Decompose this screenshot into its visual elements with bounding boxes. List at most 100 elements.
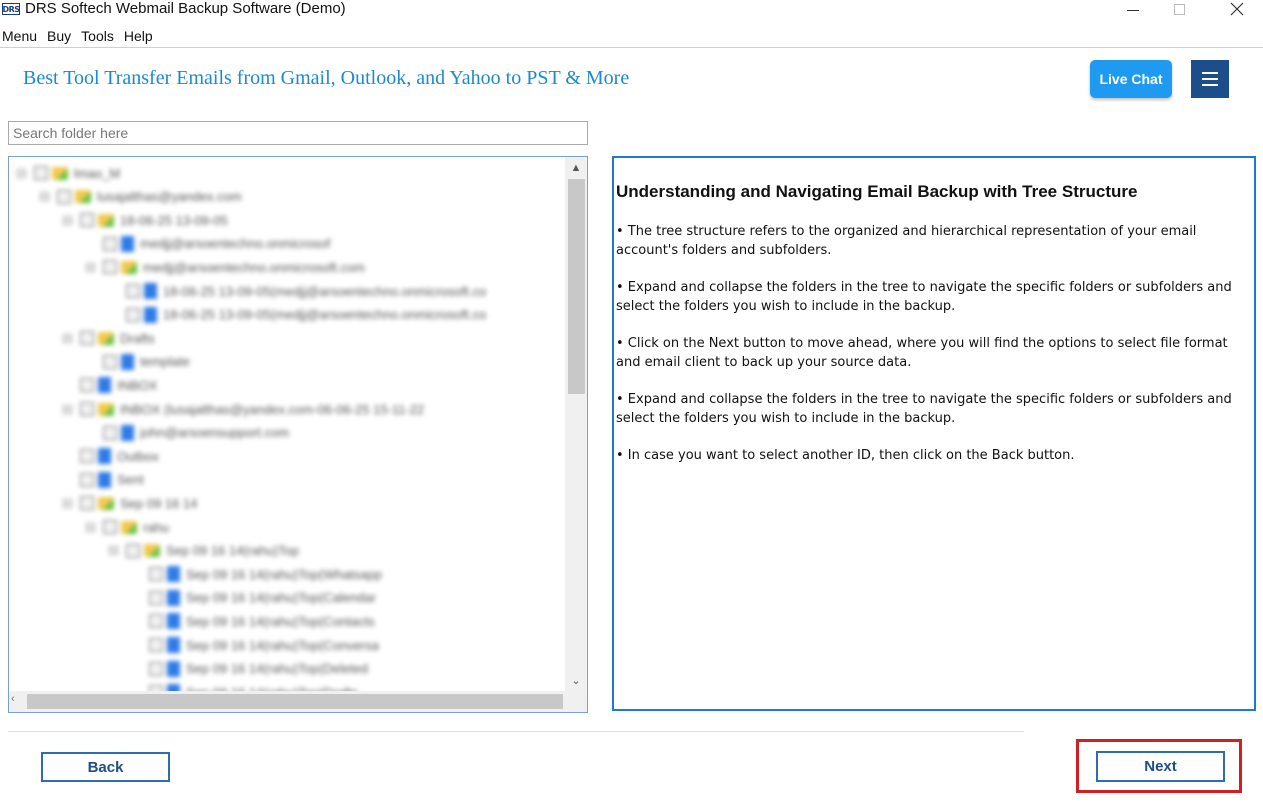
tree-item-label: Sep 09 16 14(rahu)Top(Conversa [186,637,379,653]
menu-item-tools[interactable]: Tools [79,26,114,47]
tree-item[interactable]: 18-06-25 13-09-05 [63,210,228,230]
horizontal-scrollbar[interactable]: ‹ [9,691,587,712]
expand-icon[interactable] [63,404,72,414]
tree-checkbox[interactable] [80,213,94,228]
menu-item-help[interactable]: Help [122,26,153,47]
tree-checkbox[interactable] [80,496,94,511]
file-icon [167,660,180,677]
tree-item[interactable]: Sep 09 16 14(rahu)Top(Deleted [132,659,368,679]
expand-icon[interactable] [86,262,95,272]
tree-checkbox[interactable] [126,307,140,322]
file-icon [121,235,134,252]
tree-checkbox[interactable] [149,590,163,605]
folder-icon [121,520,137,534]
expand-icon[interactable] [63,498,72,508]
tree-item[interactable]: Sep 09 16 14(rahu)Top(Conversa [132,635,379,655]
tree-item[interactable]: 18-06-25 13-09-05(medjj@arsoentechno.onm… [109,281,486,301]
expand-icon[interactable] [17,168,26,178]
tree-item-label: Sep 09 16 14(rahu)Top(Contacts [186,613,375,629]
file-icon [167,589,180,606]
minimize-button[interactable] [1110,0,1156,18]
hamburger-icon-bar [1202,84,1218,86]
info-paragraph: • In case you want to select another ID,… [616,448,1075,463]
tree-checkbox[interactable] [103,354,117,369]
tree-checkbox[interactable] [103,236,117,251]
tree-checkbox[interactable] [80,449,94,464]
expand-icon[interactable] [109,546,118,556]
tree-checkbox[interactable] [80,472,94,487]
tree-checkbox[interactable] [149,614,163,629]
tree-item-label: Sep 09 16 14(rahu)Top(Whatsapp [186,566,382,582]
tree-checkbox[interactable] [126,543,140,558]
tree-checkbox[interactable] [103,425,117,440]
tree-item[interactable]: Drafts [63,328,155,348]
tree-item-label: medjj@arsoentechno.onmicrosoft.com [143,259,366,275]
back-button[interactable]: Back [41,752,170,782]
tree-checkbox[interactable] [149,661,163,676]
close-icon [1230,2,1244,16]
tree-item[interactable]: lusajalthas@yandex.com [40,187,242,207]
file-icon [98,377,111,394]
vertical-scrollbar[interactable]: ▲ ⌄ [565,157,587,691]
tree-item[interactable]: medjj@arsoentechno.onmicrosoft.com [86,257,365,277]
scroll-down-icon[interactable]: ⌄ [565,671,587,689]
tree-checkbox[interactable] [34,166,48,180]
file-icon [167,637,180,653]
tree-item[interactable]: Sep 09 16 14(rahu)Top(Contacts [132,611,375,631]
tree-item-label: INBOX (lusajalthas@yandex.com-06-06-25 1… [120,401,425,417]
tree-item[interactable]: medjj@arsoentechno.onmicrosof [86,234,330,254]
info-title: Understanding and Navigating Email Backu… [616,182,1138,201]
tree-item-label: 18-06-25 13-09-05(medjj@arsoentechno.onm… [163,307,487,323]
scroll-left-icon[interactable]: ‹ [11,693,15,705]
tree-checkbox[interactable] [103,260,117,275]
tree-item[interactable]: INBOX [63,375,157,395]
menu-item-menu[interactable]: Menu [0,26,37,47]
expand-icon[interactable] [86,522,95,532]
tree-item[interactable]: Sep 09 16 14 [63,493,197,513]
hamburger-icon-bar [1202,78,1218,80]
expand-icon[interactable] [40,192,49,202]
horizontal-scroll-thumb[interactable] [27,694,563,709]
file-icon [98,471,111,488]
tree-checkbox[interactable] [80,331,94,346]
window-title: DRS Softech Webmail Backup Software (Dem… [25,0,346,17]
hamburger-menu-button[interactable] [1191,60,1229,98]
live-chat-button[interactable]: Live Chat [1090,60,1172,98]
expand-icon[interactable] [63,333,72,343]
vertical-scroll-thumb[interactable] [568,179,585,394]
tree-checkbox[interactable] [149,638,163,652]
tree-item[interactable]: Sep 09 16 14(rahu)Top(Calendar [132,588,376,608]
tree-item[interactable]: lmao_M [17,163,120,183]
menu-item-buy[interactable]: Buy [45,26,71,47]
folder-tree-panel: lmao_M lusajalthas@yandex.com 18-06-25 13-… [8,156,588,713]
tree-item-label: INBOX [117,377,158,393]
tree-checkbox[interactable] [103,520,117,534]
tree-item-label: medjj@arsoentechno.onmicrosof [140,236,331,252]
tree-item-label: john@arsoensupport.com [140,425,290,441]
close-button[interactable] [1214,0,1260,18]
tree-checkbox[interactable] [57,189,71,204]
tree-checkbox[interactable] [80,378,94,393]
tree-item[interactable]: 18-06-25 13-09-05(medjj@arsoentechno.onm… [109,305,486,325]
tree-item[interactable]: rahu [86,517,169,537]
tree-item-label: lusajalthas@yandex.com [97,189,242,205]
tree-item[interactable]: Sep 09 16 14(rahu)Top [109,541,299,561]
next-button[interactable]: Next [1096,751,1225,782]
expand-icon[interactable] [63,215,72,225]
tree-checkbox[interactable] [126,284,140,298]
folder-icon [98,402,114,416]
maximize-button[interactable] [1156,0,1202,18]
folder-search-input[interactable] [8,121,588,145]
tree-item-label: Outbox [117,448,159,464]
tree-item[interactable]: INBOX (lusajalthas@yandex.com-06-06-25 1… [63,399,424,419]
tree-item[interactable]: Outbox [63,446,159,466]
tree-checkbox[interactable] [149,567,163,582]
tree-item[interactable]: Sent [63,470,144,490]
tree-item-label: Sep 09 16 14(rahu)Top(Deleted [186,661,369,677]
tree-item[interactable]: john@arsoensupport.com [86,423,289,443]
tree-item-label: Drafts [120,330,155,346]
tree-item[interactable]: Sep 09 16 14(rahu)Top(Whatsapp [132,564,382,584]
scroll-up-icon[interactable]: ▲ [565,159,587,177]
tree-checkbox[interactable] [80,402,94,416]
tree-item[interactable]: template [86,352,190,372]
